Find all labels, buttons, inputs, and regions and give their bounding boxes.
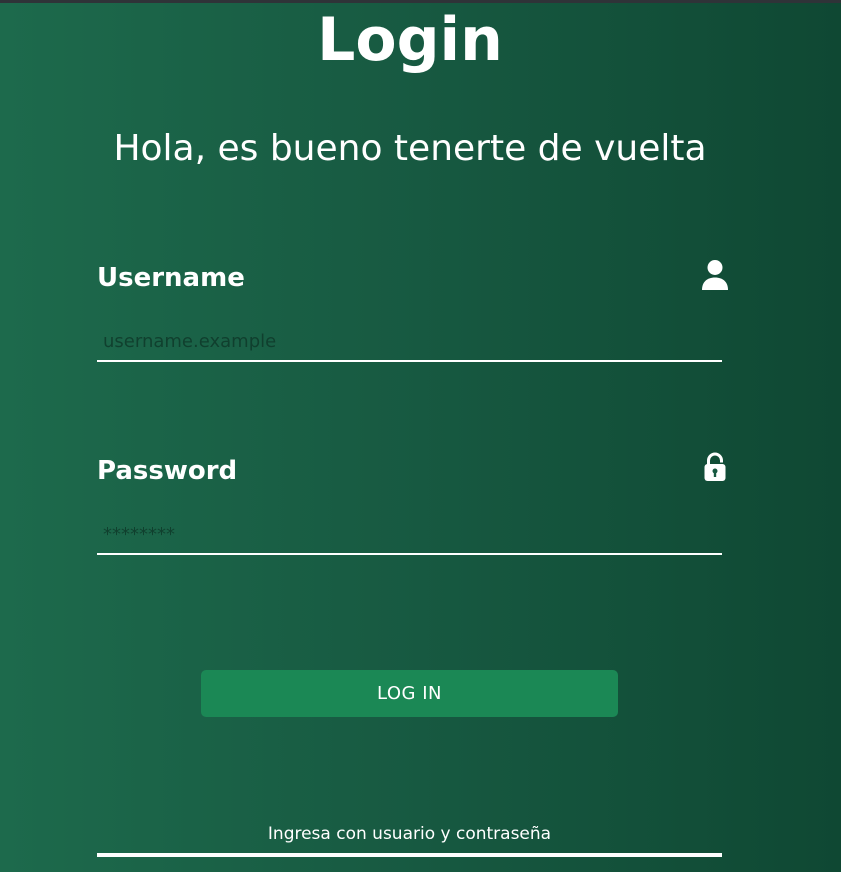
login-hint-text: Ingresa con usuario y contraseña [267,824,552,844]
username-input[interactable] [97,322,722,362]
password-field-group: Password [97,450,730,556]
user-icon [702,260,728,290]
welcome-subtitle: Hola, es bueno tenerte de vuelta [113,128,707,169]
username-field-group: Username [97,258,730,364]
page-title: Login [317,5,503,75]
password-input[interactable] [97,515,722,555]
lock-icon [704,452,726,481]
password-label: Password [97,456,238,486]
footer-divider [97,853,722,857]
login-button[interactable]: LOG IN [201,670,618,717]
username-label: Username [97,263,245,293]
